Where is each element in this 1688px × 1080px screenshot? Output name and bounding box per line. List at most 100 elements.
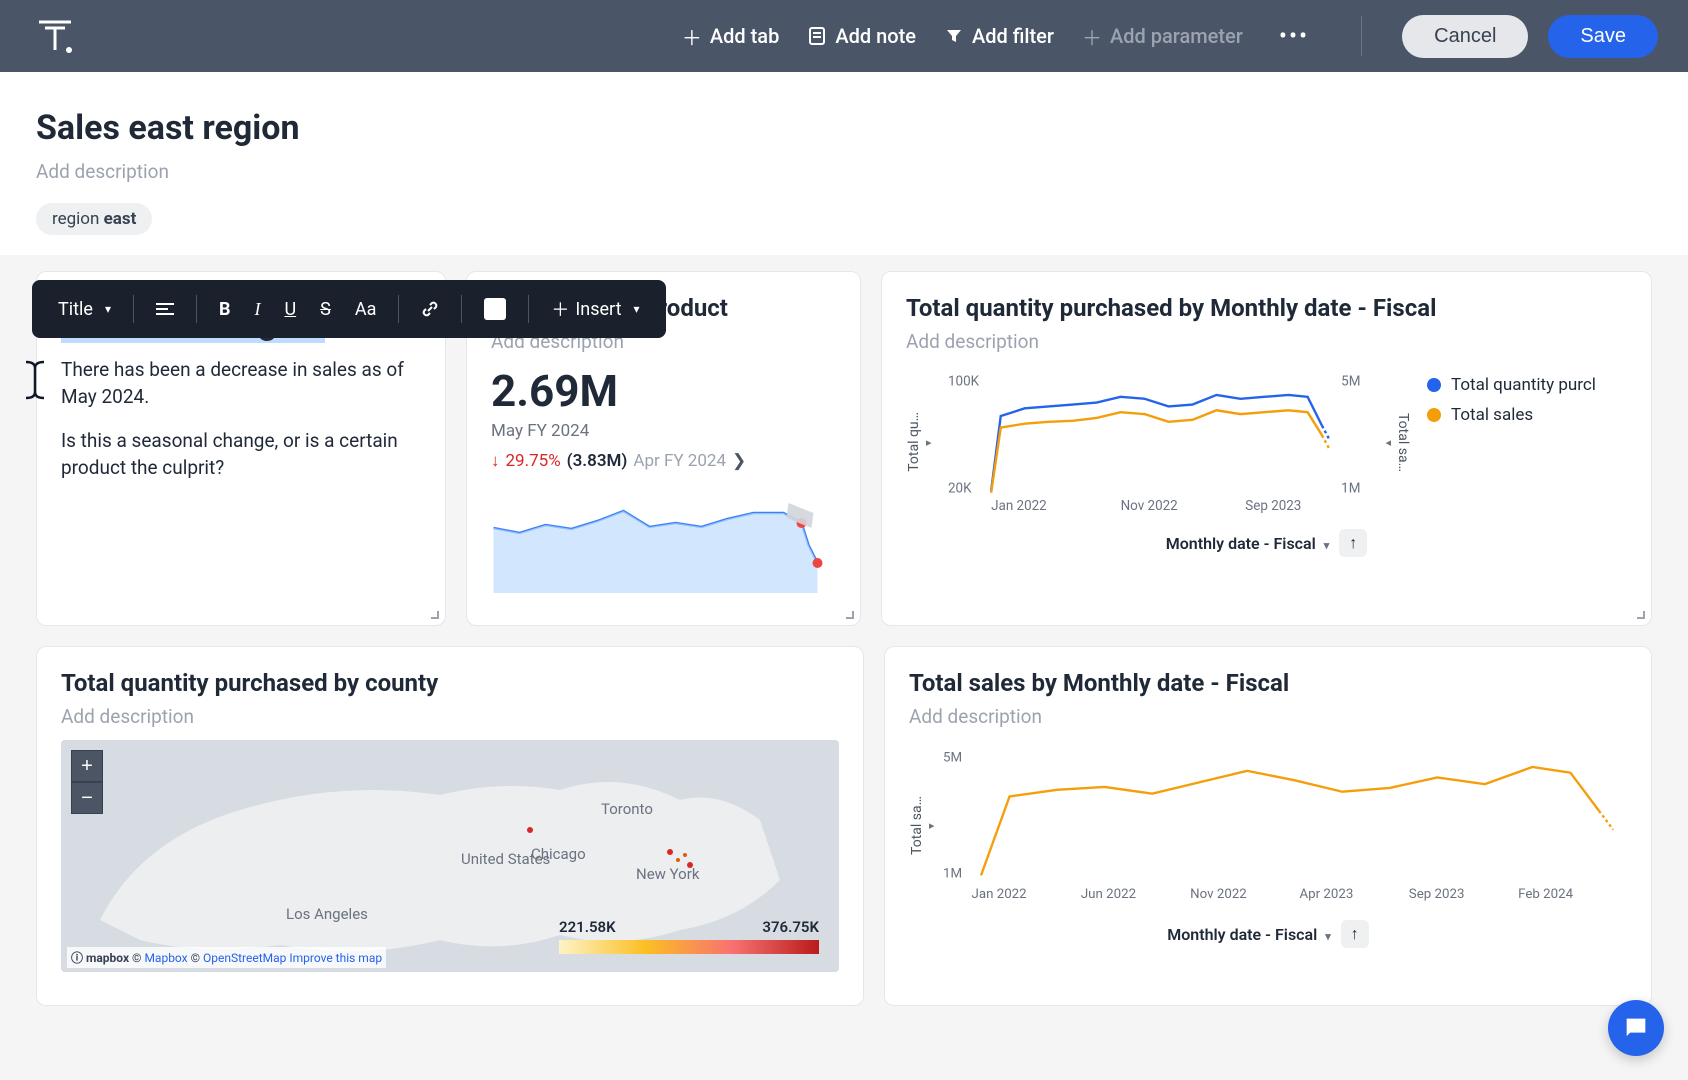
chevron-down-icon: ▾ [633, 302, 639, 316]
osm-link[interactable]: OpenStreetMap [203, 951, 286, 965]
map-legend: 221.58K 376.75K [559, 918, 819, 954]
mapbox-link[interactable]: Mapbox [144, 951, 187, 965]
map-label-newyork: New York [636, 865, 699, 883]
add-tab-button[interactable]: ＋ Add tab [678, 16, 783, 56]
kpi-change-row: ↓ 29.75% (3.83M) Apr FY 2024 ❯ [491, 451, 836, 471]
note-icon [807, 26, 827, 46]
x-axis-dropdown[interactable]: Monthly date - Fiscal ▾ [1166, 534, 1330, 553]
kpi-period: May FY 2024 [491, 421, 836, 441]
legend-dot-icon [1427, 378, 1441, 392]
zoom-in-button[interactable]: + [71, 750, 103, 782]
axis-expand-left-icon[interactable]: ▸ [926, 436, 932, 449]
mapbox-logo: ⓘ mapbox [71, 951, 129, 965]
y-tick: 1M [943, 866, 962, 881]
y1-tick: 100K [948, 374, 980, 389]
link-button[interactable] [411, 294, 449, 324]
more-menu-button[interactable]: ••• [1267, 22, 1321, 50]
x-tick: Sep 2023 [1408, 887, 1464, 902]
y-axis-label: Total sa… [909, 796, 925, 855]
filter-icon [944, 26, 964, 46]
bold-button[interactable]: B [209, 293, 241, 326]
text-case-button[interactable]: Aa [345, 293, 387, 326]
x-tick: Jan 2022 [971, 887, 1026, 902]
zoom-controls: + − [71, 750, 103, 814]
zoom-out-button[interactable]: − [71, 782, 103, 814]
underline-button[interactable]: U [274, 293, 306, 326]
sort-asc-button[interactable]: ↑ [1339, 529, 1367, 557]
dashboard-grid: ⋮⋮⋮⋮ ••• Sales east region There has bee… [0, 255, 1688, 1046]
save-button[interactable]: Save [1548, 15, 1658, 58]
add-filter-label: Add filter [972, 24, 1054, 48]
insert-label: Insert [575, 299, 621, 320]
separator [398, 295, 399, 323]
line2-title: Total sales by Monthly date - Fiscal [909, 669, 1627, 697]
tag-key: region [52, 209, 99, 229]
separator [133, 295, 134, 323]
add-note-button[interactable]: Add note [803, 16, 920, 56]
add-note-label: Add note [835, 24, 916, 48]
kpi-change-pct: 29.75% [506, 451, 561, 471]
strikethrough-button[interactable]: S [310, 293, 341, 326]
style-dropdown[interactable]: Title ▾ [48, 293, 121, 326]
x-axis-dropdown[interactable]: Monthly date - Fiscal ▾ [1167, 925, 1331, 944]
plus-icon: ＋ [682, 26, 702, 46]
kpi-prev-label: Apr FY 2024 [633, 451, 726, 471]
note-body-1[interactable]: There has been a decrease in sales as of… [61, 357, 421, 410]
page-description-placeholder[interactable]: Add description [36, 160, 1652, 183]
dual-description-placeholder[interactable]: Add description [906, 330, 1627, 353]
separator [461, 295, 462, 323]
dashboard-row: Total quantity purchased by county Add d… [36, 646, 1652, 1006]
filter-tag[interactable]: region east [36, 203, 152, 235]
chevron-right-icon[interactable]: ❯ [732, 451, 746, 471]
chart-legend: Total quantity purcl Total sales [1427, 365, 1627, 519]
legend-qty-label: Total quantity purcl [1451, 375, 1596, 395]
dual-axis-card[interactable]: Total quantity purchased by Monthly date… [881, 271, 1652, 626]
axis-expand-icon[interactable]: ▸ [929, 819, 935, 832]
resize-handle[interactable] [427, 607, 441, 621]
map-attribution: ⓘ mapbox © Mapbox © OpenStreetMap Improv… [67, 947, 386, 968]
chat-fab[interactable] [1608, 1000, 1664, 1056]
text-editor-toolbar: Title ▾ B I U S Aa ＋ Insert ▾ [32, 280, 666, 338]
note-body-2[interactable]: Is this a seasonal change, or is a certa… [61, 428, 421, 481]
app-logo[interactable] [30, 11, 80, 61]
divider [1361, 16, 1362, 56]
map-description-placeholder[interactable]: Add description [61, 705, 839, 728]
y1-tick: 20K [948, 482, 972, 497]
map-canvas[interactable]: + − Toronto Chicago New York United Stat… [61, 740, 839, 972]
add-filter-button[interactable]: Add filter [940, 16, 1058, 56]
add-parameter-label: Add parameter [1110, 24, 1243, 48]
x-axis-selector: Monthly date - Fiscal ▾ ↑ [906, 529, 1627, 557]
y2-tick: 1M [1341, 482, 1360, 497]
map-legend-max: 376.75K [762, 918, 819, 936]
resize-handle[interactable] [842, 607, 856, 621]
map-legend-gradient [559, 940, 819, 954]
resize-handle[interactable] [1633, 607, 1647, 621]
y-axis-right-label: Total sa… [1395, 413, 1411, 472]
sort-asc-button[interactable]: ↑ [1341, 920, 1369, 948]
legend-sales-label: Total sales [1451, 405, 1533, 425]
line2-description-placeholder[interactable]: Add description [909, 705, 1627, 728]
page-title[interactable]: Sales east region [36, 108, 1652, 148]
x-tick: Jan 2022 [991, 499, 1047, 514]
legend-item-qty[interactable]: Total quantity purcl [1427, 375, 1627, 395]
text-cursor-icon [22, 360, 48, 409]
x-tick: Apr 2023 [1299, 887, 1353, 902]
color-picker-button[interactable] [474, 292, 516, 326]
dual-chart-area: 100K 20K 5M 1M Jan 2022 Nov 2022 Sep 202… [948, 365, 1370, 519]
x-tick: Nov 2022 [1190, 887, 1247, 902]
map-label-us: United States [461, 850, 550, 868]
align-button[interactable] [146, 296, 184, 322]
color-swatch [484, 298, 506, 320]
italic-button[interactable]: I [244, 293, 270, 326]
kpi-prev-value: (3.83M) [567, 451, 628, 471]
sales-line-card[interactable]: Total sales by Monthly date - Fiscal Add… [884, 646, 1652, 1006]
map-card[interactable]: Total quantity purchased by county Add d… [36, 646, 864, 1006]
map-title: Total quantity purchased by county [61, 669, 839, 697]
kpi-value: 2.69M [491, 365, 836, 417]
cancel-button[interactable]: Cancel [1402, 15, 1528, 58]
axis-expand-right-icon[interactable]: ◂ [1385, 436, 1391, 449]
improve-map-link[interactable]: Improve this map [289, 951, 382, 965]
insert-dropdown[interactable]: ＋ Insert ▾ [541, 290, 649, 328]
legend-item-sales[interactable]: Total sales [1427, 405, 1627, 425]
y-tick: 5M [943, 750, 962, 765]
